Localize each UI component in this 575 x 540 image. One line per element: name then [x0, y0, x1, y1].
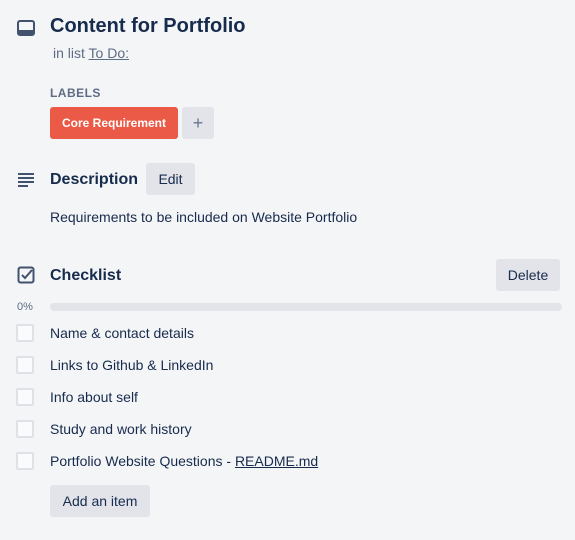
checklist-item-checkbox[interactable]	[16, 388, 34, 406]
label-chip[interactable]: Core Requirement	[50, 107, 178, 139]
checklist-item[interactable]: Name & contact details	[16, 323, 194, 343]
checklist-item-checkbox[interactable]	[16, 356, 34, 374]
labels-heading: LABELS	[50, 86, 101, 100]
checklist-item-text-prefix: Portfolio Website Questions -	[50, 453, 235, 469]
checklist-item[interactable]: Info about self	[16, 387, 138, 407]
checklist-item-checkbox[interactable]	[16, 420, 34, 438]
checklist-icon	[17, 266, 35, 284]
add-checklist-item-button[interactable]: Add an item	[50, 485, 150, 517]
checklist-item-text[interactable]: Study and work history	[50, 421, 192, 437]
checklist-item-text[interactable]: Links to Github & LinkedIn	[50, 357, 213, 373]
description-text[interactable]: Requirements to be included on Website P…	[50, 209, 357, 225]
description-heading: Description	[50, 171, 139, 188]
checklist-item-checkbox[interactable]	[16, 324, 34, 342]
delete-checklist-button[interactable]: Delete	[496, 259, 560, 291]
card-title[interactable]: Content for Portfolio	[50, 15, 246, 38]
in-list-prefix: in list	[53, 45, 85, 61]
checklist-item-text[interactable]: Info about self	[50, 389, 138, 405]
readme-link[interactable]: README.md	[235, 453, 318, 469]
list-link[interactable]: To Do:	[89, 45, 129, 61]
checklist-item-checkbox[interactable]	[16, 452, 34, 470]
checklist-item-text[interactable]: Portfolio Website Questions - README.md	[50, 453, 318, 469]
in-list-text: in list To Do:	[53, 45, 129, 61]
description-icon	[17, 170, 35, 188]
progress-bar	[50, 303, 562, 311]
checklist-item[interactable]: Study and work history	[16, 419, 192, 439]
checklist-item[interactable]: Portfolio Website Questions - README.md	[16, 451, 318, 471]
checklist-item-text[interactable]: Name & contact details	[50, 325, 194, 341]
add-label-button[interactable]: +	[182, 107, 214, 139]
checklist-item[interactable]: Links to Github & LinkedIn	[16, 355, 213, 375]
progress-percent: 0%	[17, 301, 33, 313]
edit-description-button[interactable]: Edit	[146, 163, 195, 195]
card-icon	[16, 18, 36, 38]
checklist-heading: Checklist	[50, 267, 122, 284]
